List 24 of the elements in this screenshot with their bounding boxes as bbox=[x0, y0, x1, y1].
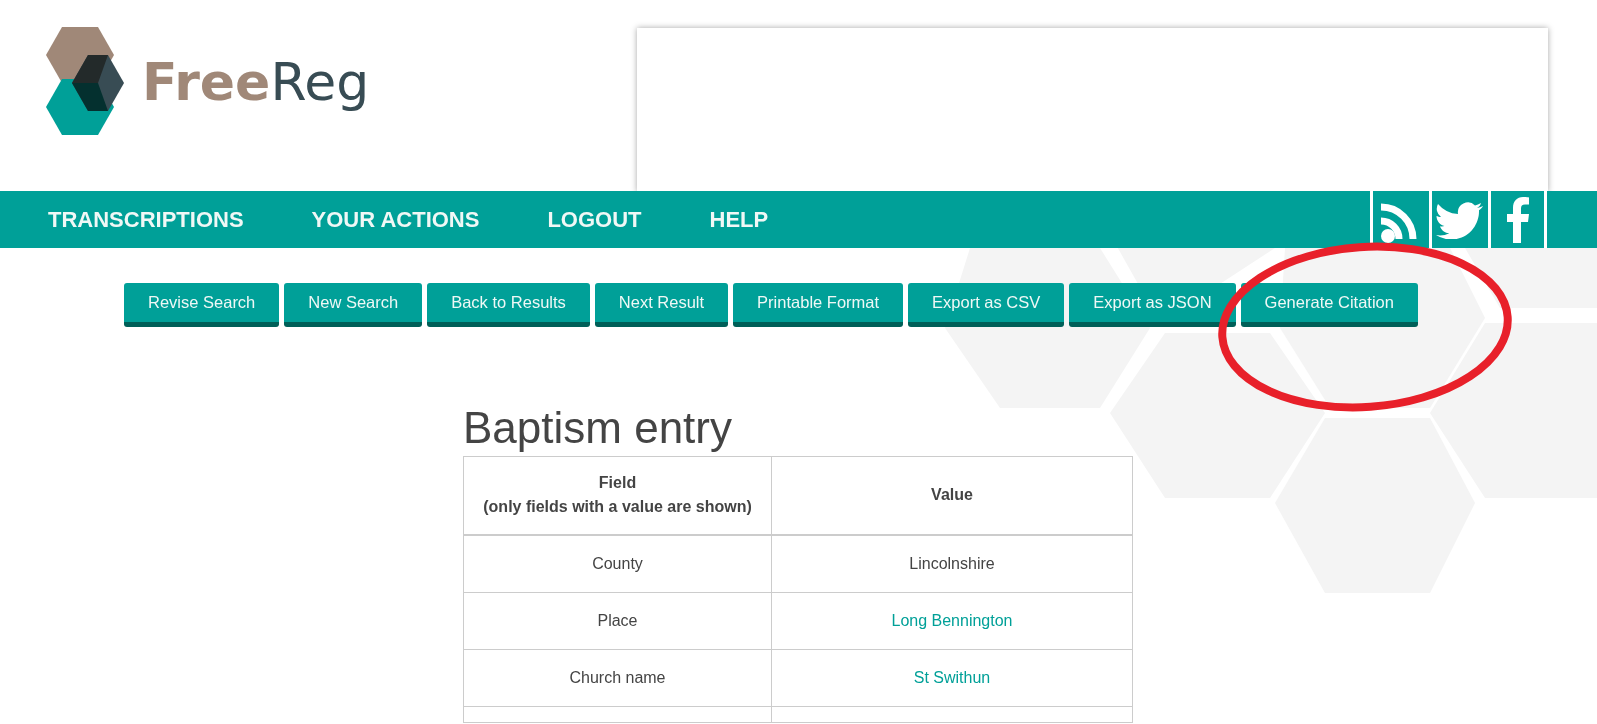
f-letter-icon[interactable] bbox=[1505, 196, 1530, 243]
field-label: Place bbox=[597, 611, 638, 629]
value-link[interactable]: Long Bennington bbox=[891, 611, 1013, 629]
action-button[interactable]: Export as CSV bbox=[908, 283, 1065, 327]
nav-link[interactable]: TRANSCRIPTIONS bbox=[48, 203, 244, 236]
action-button[interactable]: Export as JSON bbox=[1069, 283, 1236, 327]
action-button[interactable]: Revise Search bbox=[124, 283, 280, 327]
page-heading: Baptism entry bbox=[463, 403, 733, 454]
nav-link[interactable]: LOGOUT bbox=[547, 203, 642, 236]
value-link[interactable]: St Swithun bbox=[913, 668, 991, 686]
nav-link[interactable]: HELP bbox=[709, 203, 769, 236]
action-button[interactable]: Next Result bbox=[594, 283, 729, 327]
action-button[interactable]: Printable Format bbox=[733, 283, 904, 327]
bird-icon[interactable] bbox=[1436, 200, 1484, 239]
action-button[interactable]: Generate Citation bbox=[1240, 283, 1418, 327]
column-header: Value bbox=[931, 486, 973, 504]
logo-icon bbox=[46, 27, 126, 137]
action-button[interactable]: Back to Results bbox=[427, 283, 590, 327]
column-header: Field (only fields with a value are shown) bbox=[483, 474, 752, 516]
field-value: Lincolnshire bbox=[909, 554, 995, 572]
action-button[interactable]: New Search bbox=[284, 283, 423, 327]
field-label: Church name bbox=[569, 668, 666, 686]
nav-link[interactable]: YOUR ACTIONS bbox=[311, 203, 480, 236]
field-label: County bbox=[592, 554, 643, 572]
